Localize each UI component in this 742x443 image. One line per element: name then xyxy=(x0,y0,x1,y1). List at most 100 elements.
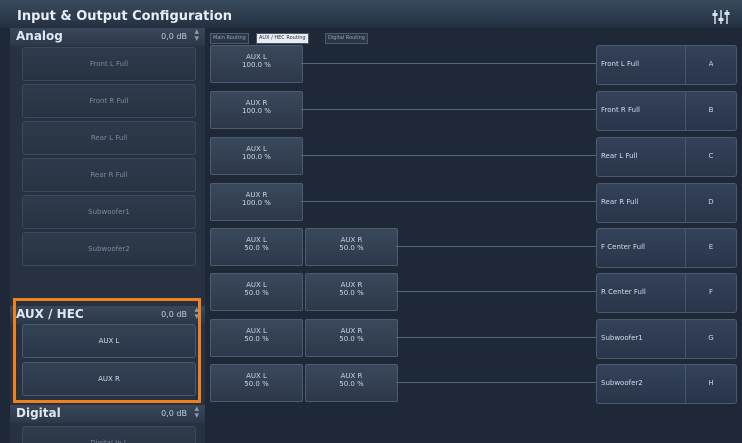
analog-source-button[interactable]: Rear R Full xyxy=(22,158,196,192)
routing-row: AUX L 50.0 % AUX R 50.0 % Subwoofer1 G xyxy=(210,319,737,359)
tab-main-routing[interactable]: Main Routing xyxy=(210,33,249,44)
source-level: 50.0 % xyxy=(339,289,364,297)
routing-row: AUX L 50.0 % AUX R 50.0 % F Center Full E xyxy=(210,228,737,268)
output-channel-letter: H xyxy=(708,379,714,387)
routing-row: AUX L 50.0 % AUX R 50.0 % R Center Full F xyxy=(210,273,737,313)
routing-connector-line xyxy=(396,337,596,338)
aux-gain-value: 0,0 dB xyxy=(161,310,187,319)
output-channel-letter: E xyxy=(708,243,714,251)
output-channel-letter: B xyxy=(708,106,714,114)
routing-connector-line xyxy=(396,246,596,247)
output-destination-button[interactable]: Rear R Full D xyxy=(596,183,737,223)
routing-row: AUX L 50.0 % AUX R 50.0 % Subwoofer2 H xyxy=(210,364,737,404)
source-level: 100.0 % xyxy=(242,61,271,69)
digital-gain-value: 0,0 dB xyxy=(161,409,187,418)
source-chip[interactable]: AUX R 50.0 % xyxy=(305,319,398,357)
output-destination-label: Subwoofer1 xyxy=(601,334,643,342)
output-destination-label: Rear R Full xyxy=(601,198,639,206)
source-level: 50.0 % xyxy=(244,380,269,388)
source-chip[interactable]: AUX L 50.0 % xyxy=(210,364,303,402)
output-channel-letter: F xyxy=(708,288,714,296)
tab-aux-hec-routing[interactable]: AUX / HEC Routing xyxy=(256,33,309,44)
source-chip[interactable]: AUX R 50.0 % xyxy=(305,364,398,402)
mixer-icon[interactable] xyxy=(712,9,730,25)
source-chip[interactable]: AUX L 50.0 % xyxy=(210,273,303,311)
aux-source-button[interactable]: AUX L xyxy=(22,324,196,358)
source-level: 100.0 % xyxy=(242,107,271,115)
analog-source-button[interactable]: Subwoofer1 xyxy=(22,195,196,229)
output-destination-label: Front L Full xyxy=(601,60,640,68)
output-destination-label: R Center Full xyxy=(601,288,646,296)
analog-section-title: Analog xyxy=(16,29,63,43)
output-destination-button[interactable]: F Center Full E xyxy=(596,228,737,268)
source-chip[interactable]: AUX R 100.0 % xyxy=(210,183,303,221)
routing-row: AUX L 100.0 % Front L Full A xyxy=(210,45,737,85)
digital-source-button[interactable]: Digital In L xyxy=(22,426,196,443)
source-chip[interactable]: AUX R 100.0 % xyxy=(210,91,303,129)
tab-digital-routing[interactable]: Digital Routing xyxy=(325,33,368,44)
routing-connector-line xyxy=(301,155,596,156)
analog-section-header: Analog 0,0 dB ▴ ▾ xyxy=(10,28,205,46)
aux-gain-stepper[interactable]: ▴ ▾ xyxy=(194,306,199,322)
input-source-panel: Analog 0,0 dB ▴ ▾ Front L Full Front R Fu… xyxy=(10,28,205,443)
source-name: AUX L xyxy=(246,145,267,153)
source-chip[interactable]: AUX R 50.0 % xyxy=(305,273,398,311)
analog-source-button[interactable]: Subwoofer2 xyxy=(22,232,196,266)
output-channel-letter: G xyxy=(708,334,714,342)
routing-row: AUX R 100.0 % Front R Full B xyxy=(210,91,737,131)
source-level: 50.0 % xyxy=(339,335,364,343)
digital-gain-stepper[interactable]: ▴ ▾ xyxy=(194,405,199,421)
source-name: AUX L xyxy=(246,327,267,335)
aux-section-header: AUX / HEC 0,0 dB ▴ ▾ xyxy=(10,306,205,324)
routing-row: AUX L 100.0 % Rear L Full C xyxy=(210,137,737,177)
routing-connector-line xyxy=(301,63,596,64)
output-destination-label: Subwoofer2 xyxy=(601,379,643,387)
source-name: AUX R xyxy=(340,327,363,335)
routing-connector-line xyxy=(396,291,596,292)
output-destination-button[interactable]: Front R Full B xyxy=(596,91,737,131)
output-channel-letter: C xyxy=(708,152,714,160)
page-title: Input & Output Configuration xyxy=(17,9,233,24)
analog-source-button[interactable]: Front R Full xyxy=(22,84,196,118)
analog-gain-stepper[interactable]: ▴ ▾ xyxy=(194,28,199,44)
title-bar: Input & Output Configuration xyxy=(0,0,742,28)
source-level: 50.0 % xyxy=(339,244,364,252)
aux-source-button[interactable]: AUX R xyxy=(22,362,196,396)
source-name: AUX L xyxy=(246,372,267,380)
source-name: AUX R xyxy=(340,281,363,289)
source-name: AUX L xyxy=(246,53,267,61)
source-name: AUX L xyxy=(246,281,267,289)
source-level: 100.0 % xyxy=(242,199,271,207)
routing-connector-line xyxy=(396,382,596,383)
source-level: 50.0 % xyxy=(339,380,364,388)
output-destination-label: Rear L Full xyxy=(601,152,638,160)
source-chip[interactable]: AUX L 100.0 % xyxy=(210,45,303,83)
output-destination-button[interactable]: Rear L Full C xyxy=(596,137,737,177)
source-level: 50.0 % xyxy=(244,244,269,252)
analog-gain-value: 0,0 dB xyxy=(161,32,187,41)
output-destination-button[interactable]: Front L Full A xyxy=(596,45,737,85)
source-name: AUX L xyxy=(246,236,267,244)
aux-section-title: AUX / HEC xyxy=(16,307,84,321)
output-destination-button[interactable]: Subwoofer2 H xyxy=(596,364,737,404)
output-channel-letter: D xyxy=(708,198,714,206)
source-chip[interactable]: AUX L 50.0 % xyxy=(210,228,303,266)
routing-connector-line xyxy=(301,201,596,202)
routing-row: AUX R 100.0 % Rear R Full D xyxy=(210,183,737,223)
source-level: 50.0 % xyxy=(244,289,269,297)
analog-source-button[interactable]: Rear L Full xyxy=(22,121,196,155)
source-level: 100.0 % xyxy=(242,153,271,161)
source-name: AUX R xyxy=(340,236,363,244)
source-chip[interactable]: AUX L 50.0 % xyxy=(210,319,303,357)
source-name: AUX R xyxy=(245,191,268,199)
digital-section-title: Digital xyxy=(16,406,61,420)
digital-section-header: Digital 0,0 dB ▴ ▾ xyxy=(10,405,205,423)
output-destination-label: Front R Full xyxy=(601,106,640,114)
source-chip[interactable]: AUX R 50.0 % xyxy=(305,228,398,266)
output-destination-button[interactable]: R Center Full F xyxy=(596,273,737,313)
analog-source-button[interactable]: Front L Full xyxy=(22,47,196,81)
source-chip[interactable]: AUX L 100.0 % xyxy=(210,137,303,175)
output-channel-letter: A xyxy=(708,60,714,68)
routing-connector-line xyxy=(301,109,596,110)
output-destination-button[interactable]: Subwoofer1 G xyxy=(596,319,737,359)
